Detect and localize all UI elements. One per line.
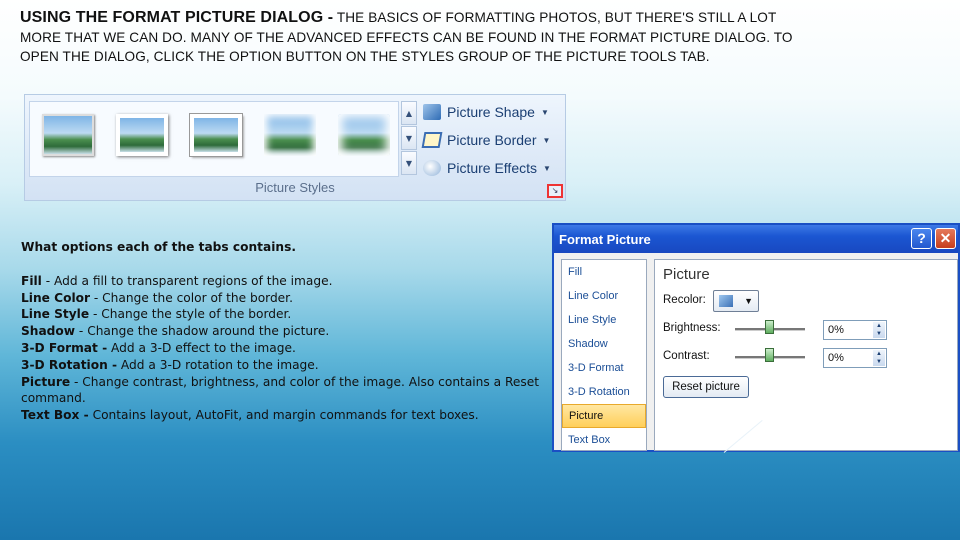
contrast-spinner[interactable]: 0% ▲ ▼: [823, 348, 887, 368]
chevron-down-icon: ▼: [542, 135, 551, 145]
brightness-value: 0%: [828, 324, 844, 336]
reset-picture-button[interactable]: Reset picture: [663, 376, 749, 398]
gallery-scroll: ▲ ▼ ▼: [401, 101, 417, 177]
dialog-titlebar[interactable]: Format Picture ? ✕: [554, 225, 958, 253]
chevron-down-icon: ▼: [543, 163, 551, 173]
slider-thumb[interactable]: [765, 320, 774, 334]
picture-shape-label: Picture Shape: [447, 104, 535, 120]
recolor-dropdown[interactable]: ▼: [713, 290, 759, 312]
tab-3d-format[interactable]: 3-D Format: [562, 356, 646, 380]
tab-descriptions: What options each of the tabs contains. …: [21, 239, 541, 424]
dialog-title: Format Picture: [559, 231, 651, 247]
style-thumbnail[interactable]: [264, 114, 316, 156]
desc-item: Fill - Add a fill to transparent regions…: [21, 273, 333, 288]
picture-effects-label: Picture Effects: [447, 160, 538, 176]
gallery-more-icon[interactable]: ▼: [401, 151, 417, 175]
style-thumbnail[interactable]: [189, 113, 243, 157]
picture-border-button[interactable]: Picture Border ▼: [421, 128, 551, 152]
tab-picture[interactable]: Picture: [562, 404, 646, 428]
picture-effects-icon: [423, 160, 441, 176]
brightness-spinner[interactable]: 0% ▲ ▼: [823, 320, 887, 340]
slide-body-line1: THE BASICS OF FORMATTING PHOTOS,: [336, 10, 601, 25]
style-thumbnail[interactable]: [42, 114, 94, 156]
scroll-down-icon[interactable]: ▼: [401, 126, 417, 150]
dialog-tab-list: Fill Line Color Line Style Shadow 3-D Fo…: [561, 259, 647, 451]
chevron-down-icon: ▼: [744, 296, 753, 306]
desc-item: 3-D Format - Add a 3-D effect to the ima…: [21, 340, 296, 355]
brightness-label: Brightness:: [663, 322, 721, 334]
chevron-down-icon: ▼: [540, 107, 549, 117]
desc-item: Line Style - Change the style of the bor…: [21, 307, 292, 322]
desc-item: 3-D Rotation - Add a 3-D rotation to the…: [21, 357, 319, 372]
picture-shape-icon: [423, 104, 441, 120]
contrast-slider[interactable]: [735, 348, 805, 362]
tab-shadow[interactable]: Shadow: [562, 332, 646, 356]
tab-descriptions-heading: What options each of the tabs contains.: [21, 240, 296, 254]
group-label: Picture Styles: [255, 180, 335, 195]
picture-shape-button[interactable]: Picture Shape ▼: [423, 100, 549, 124]
desc-item: Shadow - Change the shadow around the pi…: [21, 324, 330, 339]
slider-thumb[interactable]: [765, 348, 774, 362]
style-thumbnail[interactable]: [338, 114, 390, 156]
desc-item: Picture - Change contrast, brightness, a…: [21, 374, 540, 406]
slide-title: USING THE FORMAT PICTURE DIALOG - THE BA…: [20, 8, 800, 67]
style-thumbnail[interactable]: [116, 114, 168, 156]
picture-style-gallery: [29, 101, 399, 177]
format-picture-dialog: Format Picture ? ✕ Fill Line Color Line …: [552, 223, 960, 452]
picture-effects-button[interactable]: Picture Effects ▼: [423, 156, 551, 180]
recolor-icon: [719, 295, 733, 307]
brightness-slider[interactable]: [735, 320, 805, 334]
close-button[interactable]: ✕: [935, 228, 956, 249]
help-button[interactable]: ?: [911, 228, 932, 249]
tab-line-color[interactable]: Line Color: [562, 284, 646, 308]
tab-fill[interactable]: Fill: [562, 260, 646, 284]
picture-border-label: Picture Border: [447, 132, 537, 148]
contrast-label: Contrast:: [663, 350, 710, 362]
desc-item: Line Color - Change the color of the bor…: [21, 290, 293, 305]
tab-line-style[interactable]: Line Style: [562, 308, 646, 332]
spinner-arrows-icon[interactable]: ▲ ▼: [873, 350, 885, 366]
spinner-arrows-icon[interactable]: ▲ ▼: [873, 322, 885, 338]
picture-border-icon: [421, 132, 443, 148]
contrast-value: 0%: [828, 352, 844, 364]
dialog-launcher-button[interactable]: ↘: [547, 184, 563, 198]
panel-title: Picture: [663, 266, 710, 283]
picture-panel: Picture Recolor: ▼ Brightness: 0% ▲ ▼ Con…: [654, 259, 958, 451]
desc-item: Text Box - Contains layout, AutoFit, and…: [21, 408, 479, 423]
recolor-label: Recolor:: [663, 294, 706, 306]
scroll-up-icon[interactable]: ▲: [401, 101, 417, 125]
picture-styles-ribbon: ▲ ▼ ▼ Picture Shape ▼ Picture Border ▼ P…: [24, 94, 566, 201]
tab-text-box[interactable]: Text Box: [562, 428, 646, 452]
tab-3d-rotation[interactable]: 3-D Rotation: [562, 380, 646, 404]
slide-heading: USING THE FORMAT PICTURE DIALOG -: [20, 9, 334, 26]
